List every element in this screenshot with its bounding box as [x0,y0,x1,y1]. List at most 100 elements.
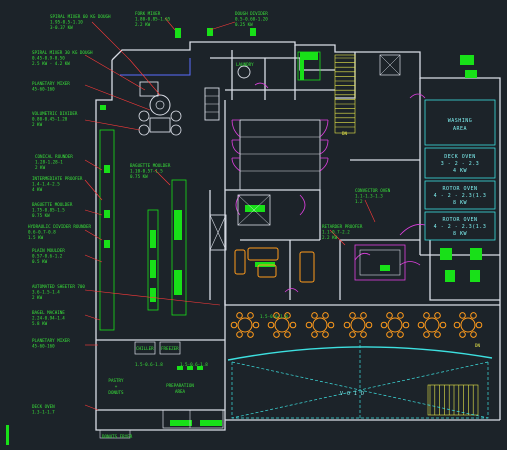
label-dim-b: 1.5-0.6-1.8 [180,362,208,367]
chair [439,321,447,329]
chair [322,331,329,338]
label-conical-rounder: 2 KW [35,165,46,170]
chair [402,321,410,329]
chair [284,331,291,338]
label-plain-moulder: 0.57-0.6-1.2 [32,254,63,259]
chair [236,331,243,338]
label-spiral-mixer-30: 0.45-0.9-0.50 [32,56,65,61]
label-plain-moulder: 0.5 KW [32,259,48,264]
label-planetary-mixer-top: 45-60-160 [32,87,55,92]
label-fork-mixer: 1.80-0.85-1.65 [135,17,171,22]
chair [360,312,367,319]
label-hydraulic-divider: 1.5 KW [28,235,44,240]
label-volumetric-divider: 0.80-0.45-1.20 [32,117,68,122]
round-table [350,317,366,333]
seating-area [234,247,315,283]
label-intermediate-proofer: 1.4-1.4-2.5 [32,182,60,187]
chair [311,312,318,319]
chair [349,312,356,319]
chair [434,331,441,338]
label-dough-divider: 0.5-0.60-1.20 [235,17,268,22]
chair [423,331,430,338]
label-deck-oven-small: 1.3-1-1.7 [32,410,55,415]
label-deck-oven: 4 KW [453,168,468,174]
void-area [227,312,493,419]
round-table [312,317,328,333]
chair [230,321,238,329]
label-fork-mixer: 2.2 KW [135,22,151,27]
chair [327,321,335,329]
label-retarder-proofer: RETARDER PROOFER [322,224,363,229]
label-rotor-oven-1: 8 KW [453,200,468,206]
label-preparation-area: AREA [175,389,186,394]
chair [267,321,275,329]
label-intermediate-proofer: 4 KW [32,187,43,192]
label-deck-oven: DECK OVEN [444,154,476,160]
chair [236,312,243,319]
label-plain-moulder: PLAIN MOULDER [32,248,65,253]
chair [423,312,430,319]
label-pastry-area: DONUTS [108,390,124,395]
chair [397,312,404,319]
label-automated-sheeter: 2 KW [32,295,43,300]
chair [365,321,373,329]
label-planetary-mixer-bottom: 45-60-160 [32,344,55,349]
label-washing-area: AREA [453,126,467,132]
label-dough-divider: 0.25 KW [235,22,253,27]
label-baguette-moulder-mid: 0.75 KW [130,174,148,179]
label-spiral-mixer-60: 1.95-0.5-1.10 [50,20,83,25]
chair [386,312,393,319]
label-convector-oven: CONVECTOR OVEN [355,188,391,193]
label-spiral-mixer-30: SPIRAL MIXER 30 KG DOUGH [32,50,93,55]
label-stairs-dn-top: DN [342,131,348,136]
chair [434,312,441,319]
chair [247,312,254,319]
label-rotor-oven-2: 4 - 2 - 2.3(1.3 [434,224,487,230]
chair [470,312,477,319]
label-rotor-oven-1: 4 - 2 - 2.3(1.3 [434,193,487,199]
round-table [387,317,403,333]
label-baguette-moulder-left: BAGUETTE MOULDER [32,202,73,207]
label-preparation-area: PREPARATION [166,383,194,388]
label-bagel-machine: 2.24-0.94-1.4 [32,316,65,321]
label-washing-area: WASHING [448,118,473,124]
label-deck-oven-small: DECK OVEN [32,404,55,409]
leader-lines [84,17,376,411]
label-pastry-area: PASTRY [108,378,124,383]
round-table [274,317,290,333]
label-spiral-mixer-30: 2.5 KW - 4.2 KW [32,61,70,66]
label-conical-rounder: CONICAL ROUNDER [35,154,73,159]
label-bagel-machine: BAGEL MACHINE [32,310,65,315]
label-spiral-mixer-60: SPIRAL MIXER 60 KG DOUGH [50,14,111,19]
chair [343,321,351,329]
label-dim-c: 1.5-0.6-1.8 [260,314,288,319]
round-table [460,317,476,333]
label-planetary-mixer-bottom: PLANETARY MIXER [32,338,70,343]
label-conical-rounder: 1.28-1.28-1 [35,160,63,165]
proofer-racks [231,119,329,216]
label-baguette-moulder-mid: BAGUETTE MOULDER [130,163,171,168]
label-baguette-moulder-mid: 1.10-0.57-1.5 [130,169,163,174]
chair [311,331,318,338]
chair [305,321,313,329]
label-retarder-proofer: 1.1-0.7-2.2 [322,230,350,235]
label-void: V O I D [340,391,365,397]
chair [459,312,466,319]
chair [273,331,280,338]
label-freezer: FREEZER [161,346,179,351]
chair [470,331,477,338]
chair [459,331,466,338]
chair [252,321,260,329]
label-spiral-mixer-60: 3-0.37 KW [50,25,73,30]
chair [247,331,254,338]
chair [417,321,425,329]
label-donuts-fryer: DONUTS FRYER [102,434,133,439]
label-convector-oven: 1.2 [355,199,363,204]
label-hydraulic-divider: HYDRAULIC DIVIDER ROUNDER [28,224,92,229]
label-baguette-moulder-left: 1.75-0.85-1.5 [32,208,65,213]
label-laundry: LAUNDRY [236,62,254,67]
label-fork-mixer: FORK MIXER [135,11,161,16]
chair [397,331,404,338]
label-volumetric-divider: VOLUMETRIC DIVIDER [32,111,78,116]
round-table [424,317,440,333]
